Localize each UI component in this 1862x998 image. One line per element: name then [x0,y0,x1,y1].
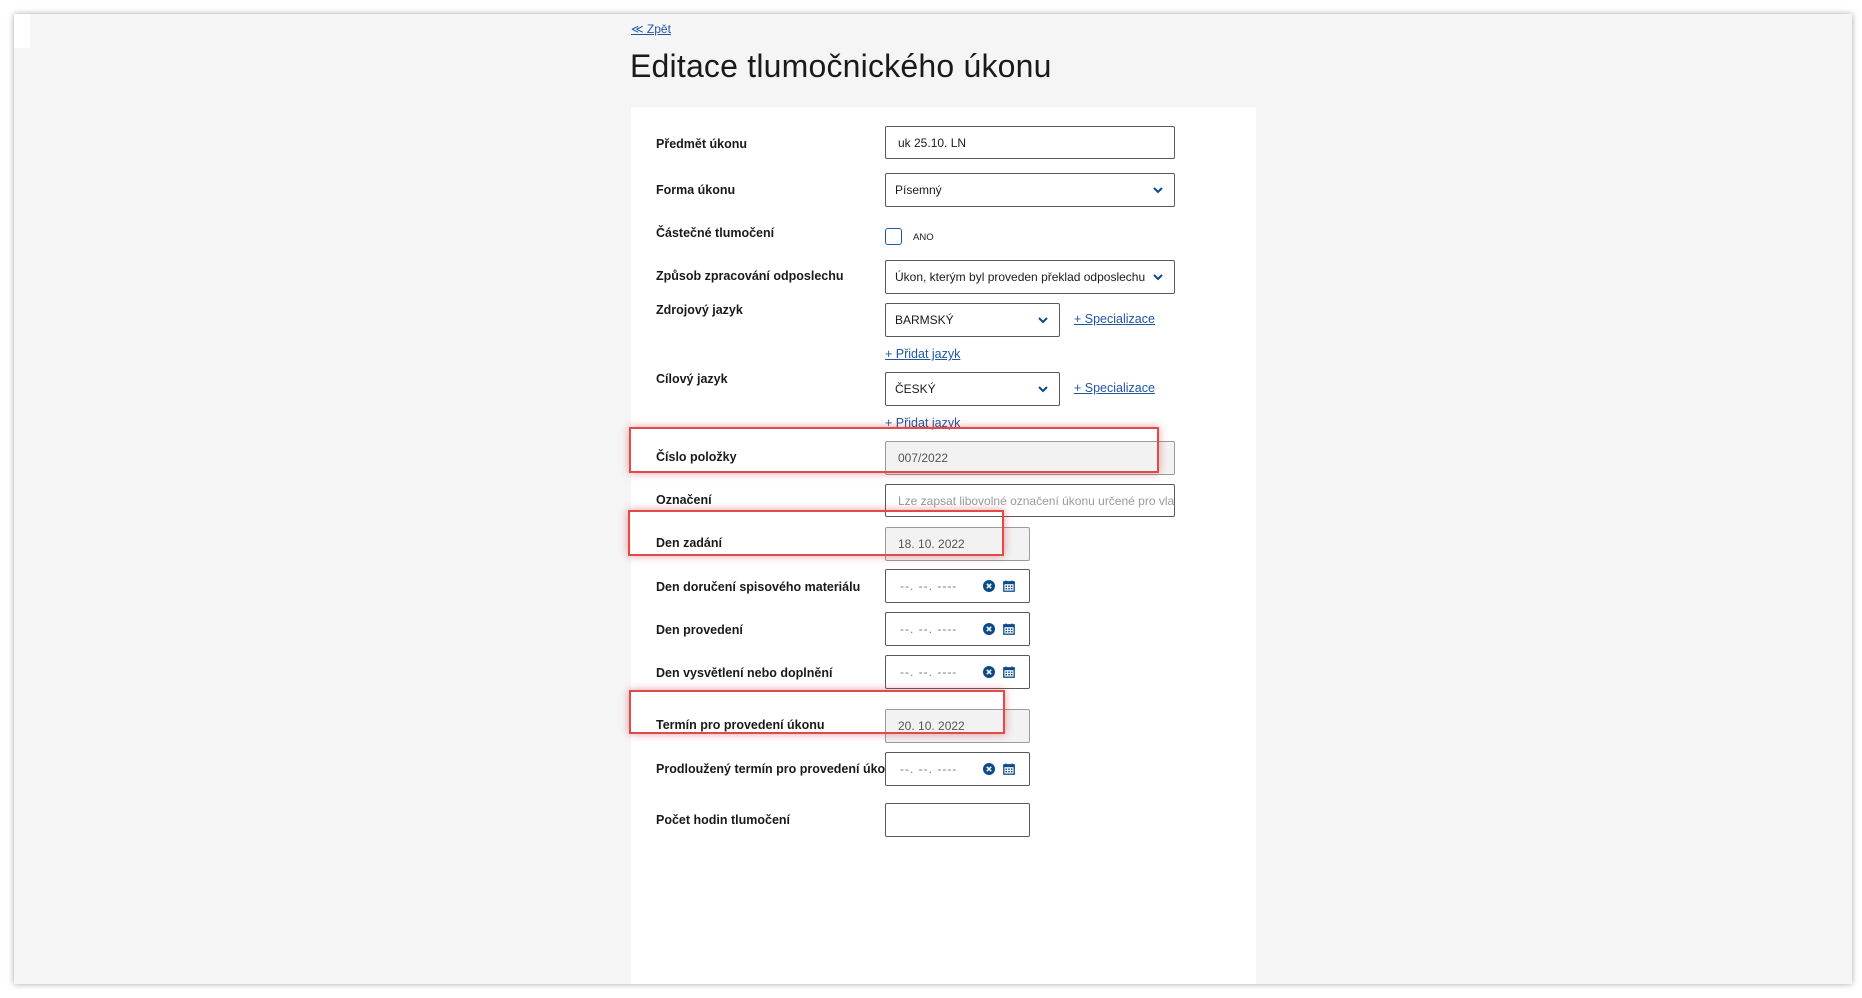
chevron-down-icon [1153,187,1163,194]
cilovy-jazyk-select[interactable]: ČESKÝ [885,372,1060,406]
den-doruceni-date[interactable]: --. --. ---- [885,569,1030,603]
label-cilovy-jazyk: Cílový jazyk [656,372,728,386]
den-vysvetleni-date[interactable]: --. --. ---- [885,655,1030,689]
label-predmet-ukonu: Předmět úkonu [656,137,747,151]
label-forma-ukonu: Forma úkonu [656,183,736,197]
termin-provedeni-field: 20. 10. 2022 [885,709,1030,743]
label-castecne-tlumoceni: Částečné tlumočení [656,226,775,240]
termin-provedeni-value: 20. 10. 2022 [898,719,965,733]
den-zadani-field: 18. 10. 2022 [885,527,1030,561]
cilovy-pridat-jazyk-link[interactable]: + Přidat jazyk [885,416,960,430]
den-provedeni-value: --. --. ---- [900,622,958,636]
oznaceni-input[interactable]: Lze zapsat libovolné označení úkonu urče… [885,484,1175,517]
label-prodlouzeny-termin: Prodloužený termín pro provedení úkonu [656,762,901,776]
den-vysvetleni-value: --. --. ---- [900,665,958,679]
den-doruceni-value: --. --. ---- [900,579,958,593]
forma-ukonu-select[interactable]: Písemný [885,173,1175,207]
label-pocet-hodin: Počet hodin tlumočení [656,813,791,827]
den-provedeni-date[interactable]: --. --. ---- [885,612,1030,646]
date-icons [983,623,1015,635]
corner-patch [14,14,30,48]
zpusob-zpracovani-select[interactable]: Úkon, kterým byl proveden překlad odposl… [885,260,1175,294]
chevron-down-icon [1038,317,1048,324]
clear-icon[interactable] [983,580,995,592]
zdrojovy-specializace-link[interactable]: + Specializace [1074,312,1155,326]
page-title: Editace tlumočnického úkonu [630,48,1052,84]
label-den-zadani: Den zadání [656,536,722,550]
back-link[interactable]: ≪ Zpět [631,22,671,36]
pocet-hodin-input[interactable] [885,803,1030,837]
label-den-provedeni: Den provedení [656,623,743,637]
cilovy-specializace-link[interactable]: + Specializace [1074,381,1155,395]
den-zadani-value: 18. 10. 2022 [898,537,965,551]
label-cislo-polozky: Číslo položky [656,450,737,464]
label-termin-provedeni: Termín pro provedení úkonu [656,718,825,732]
prodlouzeny-termin-value: --. --. ---- [900,762,958,776]
zdrojovy-pridat-jazyk-link[interactable]: + Přidat jazyk [885,347,960,361]
cislo-polozky-field: 007/2022 [885,441,1175,475]
prodlouzeny-termin-date[interactable]: --. --. ---- [885,752,1030,786]
calendar-icon[interactable] [1003,763,1015,775]
clear-icon[interactable] [983,763,995,775]
zdrojovy-jazyk-select[interactable]: BARMSKÝ [885,303,1060,337]
label-den-vysvetleni: Den vysvětlení nebo doplnění [656,666,833,680]
forma-ukonu-value: Písemný [895,183,942,197]
date-icons [983,763,1015,775]
calendar-icon[interactable] [1003,580,1015,592]
castecne-tlumoceni-checkbox[interactable] [885,228,902,245]
date-icons [983,666,1015,678]
app-window: ≪ Zpět Editace tlumočnického úkonu Předm… [14,14,1852,984]
checkbox-label-ano: ANO [913,232,934,243]
oznaceni-placeholder: Lze zapsat libovolné označení úkonu urče… [898,493,1175,508]
zpusob-zpracovani-value: Úkon, kterým byl proveden překlad odposl… [895,270,1146,284]
label-den-doruceni: Den doručení spisového materiálu [656,580,861,594]
form-card: Předmět úkonu uk 25.10. LN Forma úkonu P… [631,107,1256,984]
label-oznaceni: Označení [656,493,712,507]
date-icons [983,580,1015,592]
cilovy-jazyk-value: ČESKÝ [895,382,936,396]
label-zpusob-zpracovani: Způsob zpracování odposlechu [656,269,844,283]
clear-icon[interactable] [983,666,995,678]
predmet-ukonu-input[interactable]: uk 25.10. LN [885,126,1175,159]
predmet-ukonu-value: uk 25.10. LN [898,135,967,150]
cislo-polozky-value: 007/2022 [898,451,949,465]
calendar-icon[interactable] [1003,666,1015,678]
calendar-icon[interactable] [1003,623,1015,635]
label-zdrojovy-jazyk: Zdrojový jazyk [656,303,743,317]
zdrojovy-jazyk-value: BARMSKÝ [895,313,954,327]
clear-icon[interactable] [983,623,995,635]
chevron-down-icon [1038,386,1048,393]
chevron-down-icon [1153,274,1163,281]
